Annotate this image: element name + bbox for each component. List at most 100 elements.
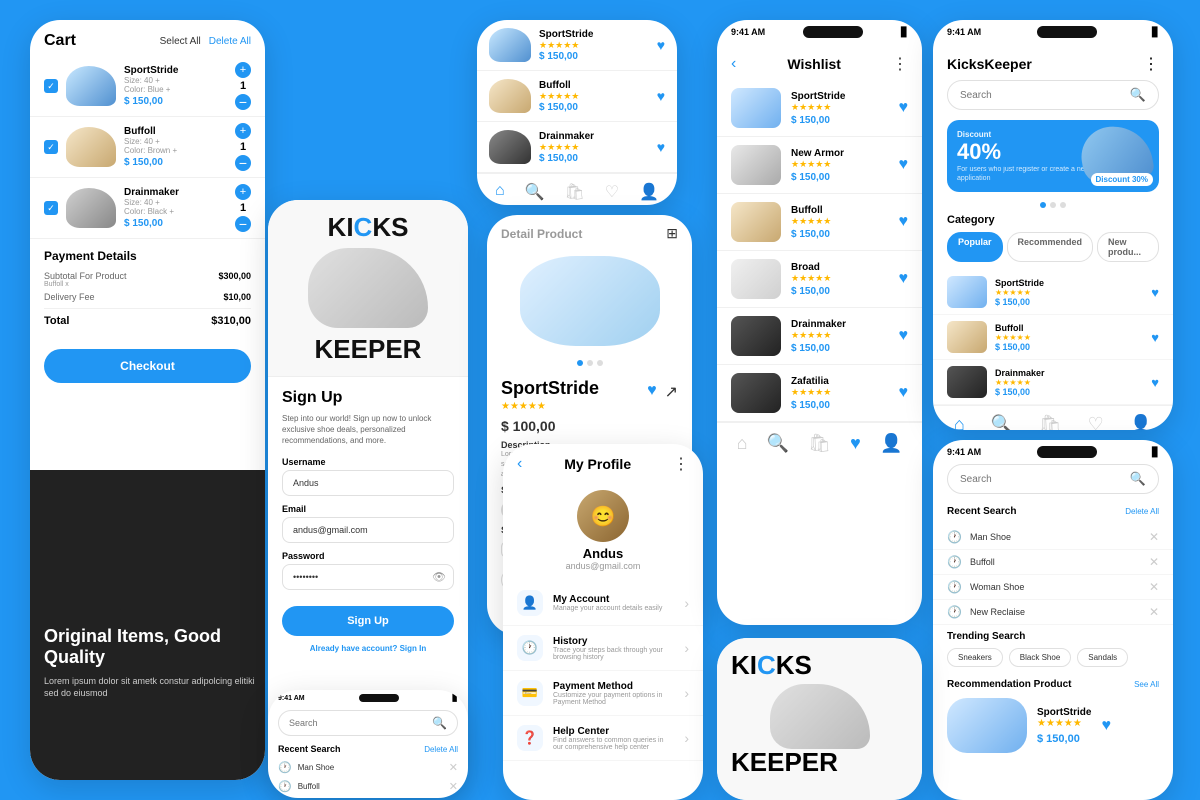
- see-all-button[interactable]: See All: [1134, 680, 1159, 689]
- wishlist-more-icon[interactable]: ⋮: [892, 54, 908, 74]
- detail-share-icon[interactable]: ↗: [665, 382, 678, 402]
- recent-item-2[interactable]: Buffoll: [970, 557, 1141, 567]
- wishlist-remove-3[interactable]: ♥: [899, 213, 909, 231]
- kk-menu-icon[interactable]: ⋮: [1143, 54, 1159, 74]
- kk-search-icon[interactable]: 🔍: [1130, 87, 1146, 103]
- kk-heart-2[interactable]: ♥: [1151, 330, 1159, 345]
- wishlist-remove-6[interactable]: ♥: [899, 384, 909, 402]
- cart-checkbox-1[interactable]: ✓: [44, 79, 58, 93]
- signup-button[interactable]: Sign Up: [282, 606, 454, 636]
- kk-nav-profile[interactable]: 👤: [1130, 414, 1152, 430]
- delete-all-small[interactable]: Delete All: [424, 745, 458, 754]
- kk-nav-home[interactable]: ⌂: [954, 414, 965, 430]
- cart-select-all[interactable]: Select All: [160, 36, 201, 47]
- recent-small-1[interactable]: Man Shoe: [298, 763, 443, 772]
- recent-item-3[interactable]: Woman Shoe: [970, 582, 1141, 592]
- brand-title: KICKS: [282, 214, 454, 240]
- nav-profile-icon[interactable]: 👤: [880, 433, 902, 454]
- kk-product-name-2: Buffoll: [995, 323, 1143, 333]
- nav-home-icon[interactable]: ⌂: [737, 433, 748, 454]
- menu-item-help[interactable]: ❓ Help Center Find answers to common que…: [503, 716, 703, 761]
- small-search-input[interactable]: [289, 718, 427, 728]
- nav-heart-icon[interactable]: ♡: [605, 182, 619, 202]
- recent-small-2[interactable]: Buffoll: [298, 782, 443, 791]
- kk-product-image-2: [947, 321, 987, 353]
- wishlist-heart-2[interactable]: ♥: [657, 88, 665, 104]
- banner-dot-1: [1040, 202, 1046, 208]
- detail-heart-icon[interactable]: ♥: [647, 382, 657, 402]
- remove-small-1[interactable]: ✕: [449, 761, 458, 774]
- remove-item-4[interactable]: ✕: [1149, 605, 1159, 619]
- kk-heart-1[interactable]: ♥: [1151, 285, 1159, 300]
- menu-item-account[interactable]: 👤 My Account Manage your account details…: [503, 581, 703, 626]
- kk-nav-search[interactable]: 🔍: [991, 414, 1013, 430]
- qty-minus-3[interactable]: −: [235, 216, 251, 232]
- list-item: Drainmaker ★★★★★ $ 150,00 ♥: [477, 122, 677, 173]
- remove-item-1[interactable]: ✕: [1149, 530, 1159, 544]
- wishlist-heart-1[interactable]: ♥: [657, 37, 665, 53]
- menu-item-payment[interactable]: 💳 Payment Method Customize your payment …: [503, 671, 703, 716]
- search-input[interactable]: [960, 474, 1124, 485]
- nav-home-icon[interactable]: ⌂: [495, 182, 505, 202]
- nav-search-icon[interactable]: 🔍: [525, 182, 545, 202]
- wishlist-remove-1[interactable]: ♥: [899, 99, 909, 117]
- kk-nav-cart[interactable]: 🛍: [1039, 414, 1062, 430]
- cart-checkbox-3[interactable]: ✓: [44, 201, 58, 215]
- product-price-3: $ 150,00: [539, 153, 649, 164]
- wishlist-remove-5[interactable]: ♥: [899, 327, 909, 345]
- small-search-icon[interactable]: 🔍: [432, 716, 447, 730]
- profile-back-button[interactable]: ‹: [517, 455, 522, 473]
- rec-heart-icon[interactable]: ♥: [1101, 717, 1111, 735]
- profile-more-icon[interactable]: ⋮: [673, 454, 689, 474]
- kk-product-price-2: $ 150,00: [995, 342, 1143, 352]
- recent-item-4[interactable]: New Reclaise: [970, 607, 1141, 617]
- tab-new[interactable]: New produ...: [1097, 232, 1159, 262]
- nav-profile-icon[interactable]: 👤: [639, 182, 659, 202]
- wishlist-remove-4[interactable]: ♥: [899, 270, 909, 288]
- cart-item-image-2: [66, 127, 116, 167]
- nav-search-icon[interactable]: 🔍: [767, 433, 789, 454]
- search-icon[interactable]: 🔍: [1130, 471, 1146, 487]
- remove-item-3[interactable]: ✕: [1149, 580, 1159, 594]
- signin-link[interactable]: Sign In: [400, 644, 427, 653]
- tab-recommended[interactable]: Recommended: [1007, 232, 1094, 262]
- qty-plus-2[interactable]: +: [235, 123, 251, 139]
- trend-tag-1[interactable]: Sneakers: [947, 648, 1003, 667]
- cart-item-size-1: Size: 40 +: [124, 76, 227, 85]
- qty-plus-3[interactable]: +: [235, 184, 251, 200]
- kk-search-input[interactable]: [960, 90, 1124, 101]
- qty-minus-2[interactable]: −: [235, 155, 251, 171]
- remove-item-2[interactable]: ✕: [1149, 555, 1159, 569]
- qty-plus-1[interactable]: +: [235, 62, 251, 78]
- menu-item-history[interactable]: 🕐 History Trace your steps back through …: [503, 626, 703, 671]
- wishlist-price-2: $ 150,00: [791, 172, 889, 183]
- detail-close-icon[interactable]: ⊞: [666, 225, 678, 242]
- delete-all-button[interactable]: Delete All: [1125, 507, 1159, 516]
- checkout-button[interactable]: Checkout: [44, 349, 251, 383]
- trend-tag-2[interactable]: Black Shoe: [1009, 648, 1071, 667]
- username-input[interactable]: [282, 470, 454, 496]
- product-stars-2: ★★★★★: [539, 91, 649, 102]
- eye-icon[interactable]: 👁: [432, 570, 446, 583]
- email-input[interactable]: [282, 517, 454, 543]
- kk-tabs: Popular Recommended New produ...: [933, 232, 1173, 270]
- recent-item-1[interactable]: Man Shoe: [970, 532, 1141, 542]
- wishlist-back-button[interactable]: ‹: [731, 55, 736, 73]
- nav-cart-icon[interactable]: 🛍: [808, 433, 831, 454]
- kk-nav-heart[interactable]: ♡: [1088, 414, 1104, 430]
- trend-tag-3[interactable]: Sandals: [1077, 648, 1128, 667]
- nav-cart-icon[interactable]: 🛍: [564, 182, 584, 202]
- cart-checkbox-2[interactable]: ✓: [44, 140, 58, 154]
- wishlist-heart-3[interactable]: ♥: [657, 139, 665, 155]
- password-input[interactable]: [282, 564, 454, 590]
- cart-delete-all[interactable]: Delete All: [209, 36, 251, 47]
- qty-minus-1[interactable]: −: [235, 94, 251, 110]
- remove-small-2[interactable]: ✕: [449, 780, 458, 793]
- nav-heart-icon[interactable]: ♥: [850, 433, 861, 454]
- notch-kk: [1037, 26, 1097, 38]
- signin-link-text: Already have account? Sign In: [282, 644, 454, 653]
- kk-heart-3[interactable]: ♥: [1151, 375, 1159, 390]
- tab-popular[interactable]: Popular: [947, 232, 1003, 262]
- rec-shoe-image: [947, 698, 1027, 753]
- wishlist-remove-2[interactable]: ♥: [899, 156, 909, 174]
